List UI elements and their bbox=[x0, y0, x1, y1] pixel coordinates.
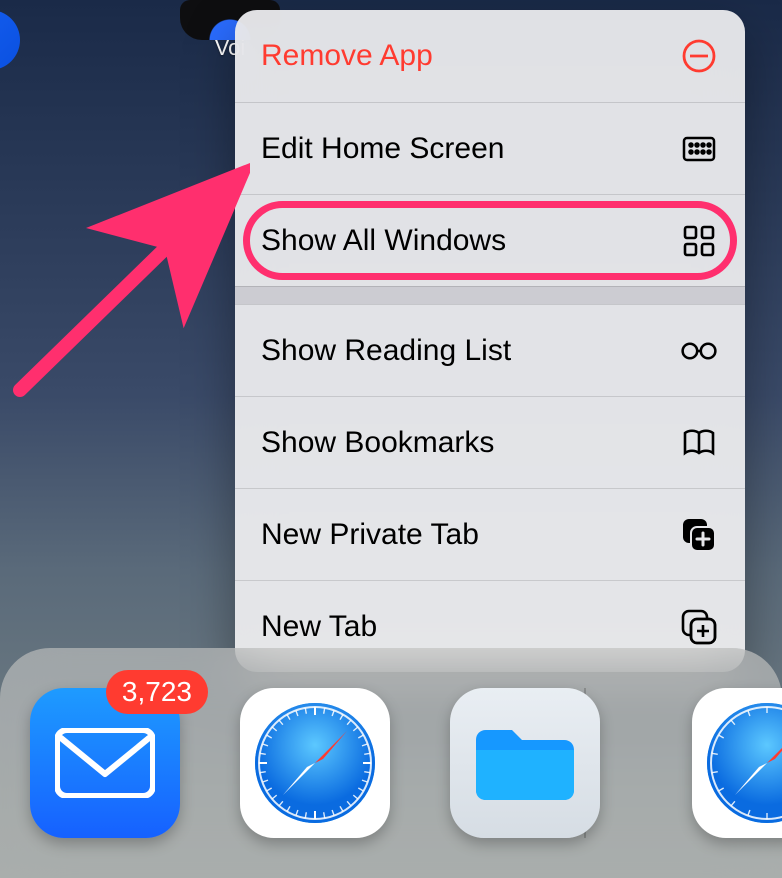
safari-icon bbox=[251, 699, 379, 827]
menu-separator bbox=[235, 286, 745, 304]
plus-square-filled-icon bbox=[679, 515, 719, 555]
partial-app-icon bbox=[0, 10, 20, 70]
annotation-arrow bbox=[0, 145, 250, 405]
new-tab-label: New Tab bbox=[261, 610, 377, 644]
files-app[interactable] bbox=[450, 688, 600, 838]
grid-edit-icon bbox=[679, 129, 719, 169]
safari-icon bbox=[703, 699, 782, 827]
safari-recent-app[interactable] bbox=[692, 688, 782, 838]
new-private-tab-item[interactable]: New Private Tab bbox=[235, 488, 745, 580]
edit-home-screen-label: Edit Home Screen bbox=[261, 132, 504, 166]
windows-grid-icon bbox=[679, 221, 719, 261]
edit-home-screen-item[interactable]: Edit Home Screen bbox=[235, 102, 745, 194]
remove-app-label: Remove App bbox=[261, 39, 433, 73]
book-icon bbox=[679, 423, 719, 463]
dock-apps: 3,723 bbox=[30, 688, 600, 838]
glasses-icon bbox=[679, 331, 719, 371]
mail-badge: 3,723 bbox=[106, 670, 208, 714]
remove-app-item[interactable]: Remove App bbox=[235, 10, 745, 102]
folder-icon bbox=[470, 718, 580, 808]
show-bookmarks-item[interactable]: Show Bookmarks bbox=[235, 396, 745, 488]
show-reading-list-label: Show Reading List bbox=[261, 334, 511, 368]
show-reading-list-item[interactable]: Show Reading List bbox=[235, 304, 745, 396]
mail-app[interactable]: 3,723 bbox=[30, 688, 180, 838]
safari-context-menu: Remove App Edit Home Screen Show All Win… bbox=[235, 10, 745, 672]
remove-icon bbox=[679, 36, 719, 76]
new-private-tab-label: New Private Tab bbox=[261, 518, 479, 552]
mail-icon bbox=[55, 728, 155, 798]
show-all-windows-item[interactable]: Show All Windows bbox=[235, 194, 745, 286]
show-bookmarks-label: Show Bookmarks bbox=[261, 426, 494, 460]
safari-app[interactable] bbox=[240, 688, 390, 838]
show-all-windows-label: Show All Windows bbox=[261, 224, 506, 258]
plus-square-icon bbox=[679, 607, 719, 647]
